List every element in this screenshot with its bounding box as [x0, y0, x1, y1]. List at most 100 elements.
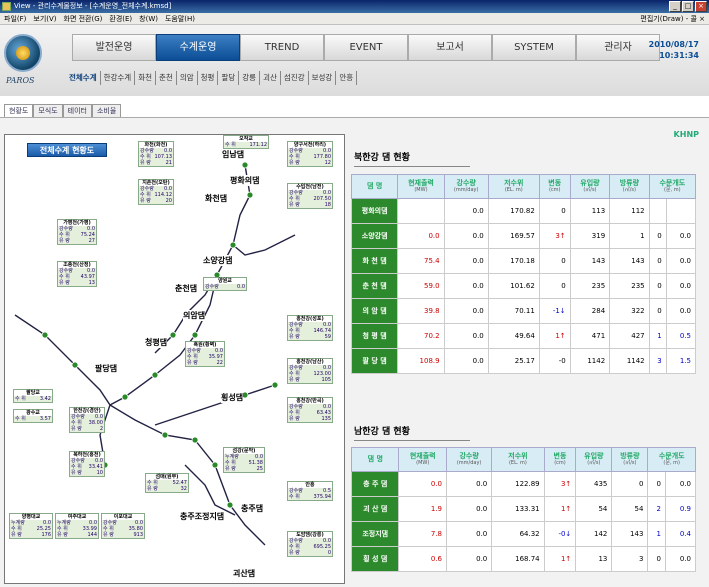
subnav-anheung[interactable]: 안흥 [336, 71, 358, 85]
info-box[interactable]: 화천(화천) 강수량 0.0 수 위 107.13 유 량 21 [138, 141, 174, 167]
table-row[interactable]: 횡 성 댐 0.6 0.0 168.74 1↑ 13 3 0 0.0 [350, 546, 697, 572]
table-row[interactable]: 소양강댐 0.0 0.0 169.57 3↑ 319 1 0 0.0 [350, 223, 697, 249]
info-box[interactable]: 팔당교 수 위 3.42 [13, 389, 53, 403]
info-box[interactable]: 광수교 수 위 3.57 [13, 409, 53, 423]
table-row[interactable]: 충 주 댐 0.0 0.0 122.89 3↑ 435 0 0 0.0 [350, 471, 697, 497]
maximize-button[interactable]: □ [682, 1, 694, 12]
dam-label-peace[interactable]: 평화의댐 [230, 175, 260, 186]
menu-bar: 파일(F) 보기(V) 화면 전환(G) 환경(E) 창(W) 도움말(H) 편… [0, 13, 709, 25]
sub-nav: 전체수계 한강수계 화천 춘천 의암 청평 팔당 강릉 괴산 섬진강 보성강 안… [66, 71, 358, 85]
col-inflow: 유입량 (㎥/s) [569, 174, 611, 199]
table-row[interactable]: 화 천 댐 75.4 0.0 170.18 0 143 143 0 0.0 [350, 248, 697, 274]
info-box[interactable]: 한천강(경안) 강수량 0.0 수 위 38.00 유 량2 [69, 407, 105, 433]
col-outflow: 방류량 (㎥/s) [611, 447, 649, 472]
subnav-all[interactable]: 전체수계 [66, 71, 101, 85]
info-box[interactable]: 조종천(산정) 강수량 0.0 수 위 43.97 유 량 13 [57, 261, 97, 287]
col-change: 변동 (cm) [538, 174, 571, 199]
table-row[interactable]: 의 암 댐 39.8 0.0 70.11 -1↓ 284 322 0 0.0 [350, 298, 697, 324]
info-box[interactable]: 양원교 강수량 0.0 [203, 277, 247, 291]
tab-trend[interactable]: TREND [240, 34, 324, 61]
dam-label-cheongpyeong[interactable]: 청평댐 [145, 337, 168, 348]
table-row[interactable]: 춘 천 댐 59.0 0.0 101.62 0 235 235 0 0.0 [350, 273, 697, 299]
subnav-hwacheon[interactable]: 화천 [135, 71, 157, 85]
col-rain: 강수량 (mm/day) [445, 447, 493, 472]
tab-ratio[interactable]: 소비율 [91, 104, 122, 117]
dam-label-uiam[interactable]: 의암댐 [183, 310, 206, 321]
info-box[interactable]: 여주대교 누계량 0.0 수 위 33.99 유 량 144 [55, 513, 99, 539]
info-box[interactable]: 오작교 수 위 171.12 [223, 135, 269, 149]
dam-status-panel: KHNP 북한강 댐 현황 댐 명 현재출력 (MW) 강수량 (mm/day) 저… [346, 118, 709, 587]
info-box[interactable]: 이포대교 강수량 0.0 수 위 35.80 유 량 913 [101, 513, 145, 539]
table-row[interactable]: 조정지댐 7.8 0.0 64.32 -0↓ 142 143 1 0.4 [350, 521, 697, 547]
subnav-goesan[interactable]: 괴산 [260, 71, 281, 85]
info-box[interactable]: 섬매(원부) 수 위 52.47 유 량 32 [145, 473, 189, 493]
info-box[interactable]: 양구서천(하리) 강수량 0.0 수 위 177.80 유 량 12 [287, 141, 333, 167]
subnav-cheongpyeong[interactable]: 청평 [198, 71, 219, 85]
tab-overview[interactable]: 현황도 [4, 104, 34, 117]
info-box[interactable]: 홍천강(성포) 강수량 0.0 수 위 146.74 유 량 59 [287, 315, 333, 341]
info-box[interactable]: 지촌천(오탄) 강수량 0.0 수 위 114.12 유 량 20 [138, 179, 174, 205]
dam-label-hwacheon[interactable]: 화천댐 [205, 193, 228, 204]
menu-window[interactable]: 창(W) [139, 13, 158, 24]
table-row[interactable]: 괴 산 댐 1.9 0.0 133.31 1↑ 54 54 2 0.9 [350, 496, 697, 522]
paros-logo [4, 34, 42, 72]
subnav-han[interactable]: 한강수계 [101, 71, 136, 85]
dam-label-chuncheon[interactable]: 춘천댐 [175, 283, 198, 294]
dam-label-chungju-reg[interactable]: 충주조정지댐 [180, 511, 225, 522]
tab-event[interactable]: EVENT [324, 34, 408, 61]
window-title: View - 관리수계물정보 - [수계운영_전체수계.kmsd] [14, 2, 172, 10]
subnav-paldang[interactable]: 팔당 [218, 71, 240, 85]
tab-admin[interactable]: 관리자 [576, 34, 660, 61]
dam-label-chungju[interactable]: 충주댐 [241, 503, 264, 514]
south-title: 남한강 댐 현황 [354, 424, 470, 441]
dam-label-imnam[interactable]: 임남댐 [222, 149, 245, 160]
table-row[interactable]: 평화의댐 0.0 170.82 0 113 112 [350, 198, 697, 224]
info-box[interactable]: 홍천강(반곡) 강수량 0.0 수 위 63.43 유 량 135 [287, 397, 333, 423]
dam-label-goesan[interactable]: 괴산댐 [233, 568, 256, 579]
col-output: 현재출력 (MW) [398, 447, 447, 472]
close-button[interactable]: × [695, 1, 707, 12]
title-bar: View - 관리수계물정보 - [수계운영_전체수계.kmsd] _ □ × [0, 0, 709, 13]
river-map: 전체수계 현황도 임남댐 평화의댐 화천댐 소양강댐 춘천댐 의암댐 청평댐 팔… [4, 134, 345, 584]
subnav-boseong[interactable]: 보성강 [309, 71, 337, 85]
tab-system[interactable]: SYSTEM [492, 34, 576, 61]
info-box[interactable]: 수입천(남전) 강수량 0.0 수 위 207.50 유 량 18 [287, 183, 333, 209]
info-box[interactable]: 가평천(가평) 강수량 0.0 수 위 75.24 유 량 27 [57, 219, 97, 245]
dam-label-soyang[interactable]: 소양강댐 [203, 255, 233, 266]
info-box[interactable]: 흑원(황벽) 강수량 0.0 수 위 35.97 유 량 22 [185, 341, 225, 367]
tab-schematic[interactable]: 모식도 [33, 104, 63, 117]
menu-file[interactable]: 파일(F) [4, 13, 26, 24]
subnav-seomjin[interactable]: 섬진강 [281, 71, 309, 85]
subnav-chuncheon[interactable]: 춘천 [156, 71, 177, 85]
table-row[interactable]: 청 평 댐 70.2 0.0 49.64 1↑ 471 427 1 0.5 [350, 323, 697, 349]
info-box[interactable]: 양평대교 누계량 0.0 수 위 25.25 유 량 176 [9, 513, 53, 539]
menu-env[interactable]: 환경(E) [109, 13, 132, 24]
info-box[interactable]: 복하천(흥천) 강수량 0.0 수 위 33.41 유 량 10 [69, 451, 105, 477]
col-gate: 수문개도 (문, m) [647, 447, 696, 472]
tab-report[interactable]: 보고서 [408, 34, 492, 61]
menu-view[interactable]: 보기(V) [33, 13, 56, 24]
khnp-logo: KHNP [673, 130, 699, 139]
tab-water[interactable]: 수계운영 [156, 34, 240, 61]
subnav-uiam[interactable]: 의암 [177, 71, 198, 85]
dam-label-hoengseong[interactable]: 횡성댐 [221, 392, 244, 403]
menu-help[interactable]: 도움말(H) [165, 13, 195, 24]
date-text: 2010/08/17 [648, 40, 699, 49]
app-header: PAROS 발전운영 수계운영 TREND EVENT 보고서 SYSTEM 관… [0, 25, 709, 96]
info-box[interactable]: 안흥 강수량 0.5 수 위 375.94 [287, 481, 333, 501]
menu-right[interactable]: 편집기(Draw) - 콜 × [640, 13, 705, 25]
info-box[interactable]: 섬강(문막) 누계량 0.0 수 위 51.38 유 량 25 [223, 447, 265, 473]
menu-screen[interactable]: 화면 전환(G) [64, 13, 103, 24]
col-gate: 수문개도 (문, m) [648, 174, 697, 199]
logo-text: PAROS [6, 76, 35, 85]
info-box[interactable]: 홍천강(남산) 강수량 0.0 수 위 123.00 유 량 105 [287, 358, 333, 384]
info-box[interactable]: 도암댐(강릉) 강수량 0.0 수 위 695.25 유 량0 [287, 531, 333, 557]
tab-power[interactable]: 발전운영 [72, 34, 156, 61]
tab-data[interactable]: 테이터 [62, 104, 92, 117]
minimize-button[interactable]: _ [669, 1, 681, 12]
table-row[interactable]: 팔 당 댐 108.9 0.0 25.17 -0 1142 1142 3 1.5 [350, 348, 697, 374]
dam-label-paldang[interactable]: 팔당댐 [95, 363, 118, 374]
col-output: 현재출력 (MW) [397, 174, 445, 199]
map-title: 전체수계 현황도 [27, 143, 107, 157]
subnav-gangneung[interactable]: 강릉 [239, 71, 261, 85]
